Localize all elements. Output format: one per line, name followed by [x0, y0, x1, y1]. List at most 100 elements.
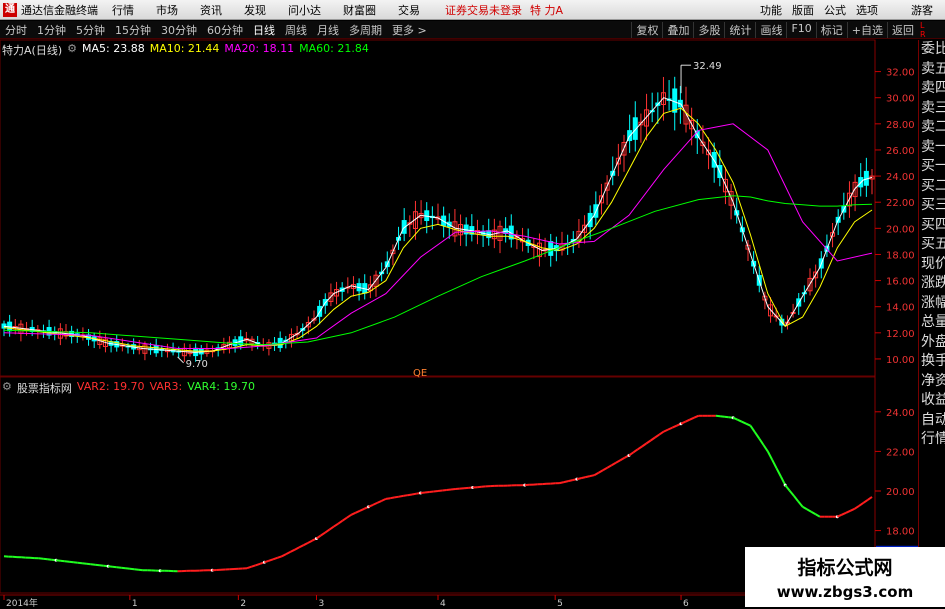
- indicator-segment: [381, 497, 387, 502]
- indicator-segment: [841, 511, 847, 516]
- side-item-quotes[interactable]: 行情: [919, 430, 945, 450]
- indicator-segment: [632, 448, 639, 454]
- side-item-turnover[interactable]: 换手: [919, 352, 945, 372]
- indicator-segment: [576, 477, 582, 481]
- indicator-segment: [246, 565, 252, 570]
- indicator-segment: [73, 561, 78, 564]
- indicator-segment: [867, 496, 873, 501]
- indicator-segment: [658, 430, 665, 436]
- indicator-segment: [810, 510, 817, 516]
- side-item-sell4[interactable]: 卖四: [919, 79, 945, 99]
- indicator-segment: [94, 563, 100, 567]
- side-item-sell3[interactable]: 卖三: [919, 99, 945, 119]
- indicator-segment: [684, 418, 691, 423]
- indicator-segment: [766, 450, 774, 461]
- indicator-segment: [758, 437, 765, 446]
- indicator-segment: [442, 489, 447, 492]
- indicator-line: [3, 414, 873, 573]
- side-item-sell5[interactable]: 卖五: [919, 60, 945, 80]
- indicator-segment: [797, 500, 804, 508]
- indicator-segment: [350, 511, 356, 516]
- side-item-auto[interactable]: 自动: [919, 411, 945, 431]
- indicator-segment: [68, 560, 74, 564]
- indicator-segment: [793, 495, 799, 503]
- indicator-segment: [129, 567, 135, 571]
- side-item-price[interactable]: 现价: [919, 255, 945, 275]
- chart-canvas[interactable]: 10.00 12.00 14.00 16.00 18.00 20.00 22.00 24.00…: [0, 0, 945, 609]
- legend-indicator-name[interactable]: 股票指标网: [17, 380, 72, 396]
- indicator-segment: [333, 522, 339, 528]
- candlesticks: [1, 76, 875, 362]
- legend-ma5: MA5: 23.88: [81, 42, 145, 55]
- side-item-buy3[interactable]: 买三: [919, 196, 945, 216]
- price-tick-label: 26.00: [886, 146, 915, 157]
- indicator-segment: [737, 418, 743, 423]
- date-tick-label: 2014年: [6, 597, 38, 609]
- indicator-segment: [355, 509, 361, 514]
- indicator-segment: [328, 525, 335, 531]
- indicator-segment: [38, 557, 44, 560]
- side-item-weibi[interactable]: 委比: [919, 40, 945, 60]
- side-item-volume[interactable]: 总量: [919, 313, 945, 333]
- indicator-segment: [60, 559, 65, 563]
- side-item-earnings[interactable]: 收益: [919, 391, 945, 411]
- indicator-segment: [784, 484, 791, 492]
- indicator-segment: [346, 513, 352, 519]
- indicator-segment: [446, 488, 452, 491]
- indicator-segment: [337, 519, 344, 525]
- date-tick-label: 1: [132, 599, 138, 609]
- indicator-segment: [294, 546, 300, 551]
- indicator-segment: [411, 492, 417, 496]
- indicator-segment: [289, 548, 296, 553]
- indicator-segment: [320, 531, 326, 537]
- indicator-segment: [598, 469, 604, 474]
- side-item-buy2[interactable]: 买二: [919, 177, 945, 197]
- indicator-segment: [407, 493, 413, 497]
- indicator-segment: [264, 559, 270, 564]
- price-tick-label: 12.00: [886, 329, 915, 340]
- indicator-segment: [671, 424, 678, 429]
- indicator-segment: [86, 562, 91, 566]
- ma5-line: [3, 97, 873, 353]
- price-tick-label: 32.00: [886, 68, 915, 79]
- indicator-segment: [307, 539, 313, 544]
- indicator-segment: [854, 505, 860, 510]
- min-pointer: [177, 356, 184, 364]
- indicator-segment: [775, 467, 782, 478]
- date-axis: 2014年 1 2 3 4 5 6: [3, 595, 689, 609]
- indicator-tick-label: 24.00: [886, 408, 915, 419]
- indicator-segment: [398, 494, 404, 498]
- side-item-change[interactable]: 涨跌: [919, 274, 945, 294]
- indicator-segment: [788, 489, 795, 497]
- date-tick-label: 3: [318, 599, 324, 609]
- indicator-segment: [749, 425, 756, 433]
- price-tick-label: 16.00: [886, 277, 915, 288]
- indicator-segment: [641, 442, 647, 448]
- watermark-url: www.zbgs3.com: [776, 583, 914, 601]
- side-item-buy4[interactable]: 买四: [919, 216, 945, 236]
- watermark-title: 指标公式网: [797, 557, 893, 579]
- side-item-buy1[interactable]: 买一: [919, 157, 945, 177]
- side-item-change-pct[interactable]: 涨幅: [919, 294, 945, 314]
- side-item-net-assets[interactable]: 净资: [919, 372, 945, 392]
- indicator-segment: [753, 431, 761, 440]
- indicator-segment: [285, 551, 291, 555]
- date-tick-label: 5: [557, 599, 563, 609]
- indicator-segment: [559, 481, 565, 485]
- min-price-label: 9.70: [186, 359, 208, 370]
- indicator-segment: [403, 494, 408, 497]
- indicator-segment: [268, 558, 274, 562]
- legend-ma10: MA10: 21.44: [149, 42, 220, 55]
- side-item-sell1[interactable]: 卖一: [919, 138, 945, 158]
- indicator-segment: [372, 501, 378, 506]
- moving-average-lines: [3, 97, 873, 353]
- side-item-buy5[interactable]: 买五: [919, 235, 945, 255]
- side-item-sell2[interactable]: 卖二: [919, 118, 945, 138]
- side-item-outer[interactable]: 外盘: [919, 333, 945, 353]
- indicator-tick-label: 20.00: [886, 487, 915, 498]
- legend-var3: VAR3:: [149, 380, 183, 393]
- indicator-settings-icon[interactable]: ⚙: [2, 380, 12, 396]
- settings-icon[interactable]: ⚙: [67, 42, 77, 58]
- price-tick-label: 28.00: [886, 120, 915, 131]
- indicator-segment: [680, 420, 686, 425]
